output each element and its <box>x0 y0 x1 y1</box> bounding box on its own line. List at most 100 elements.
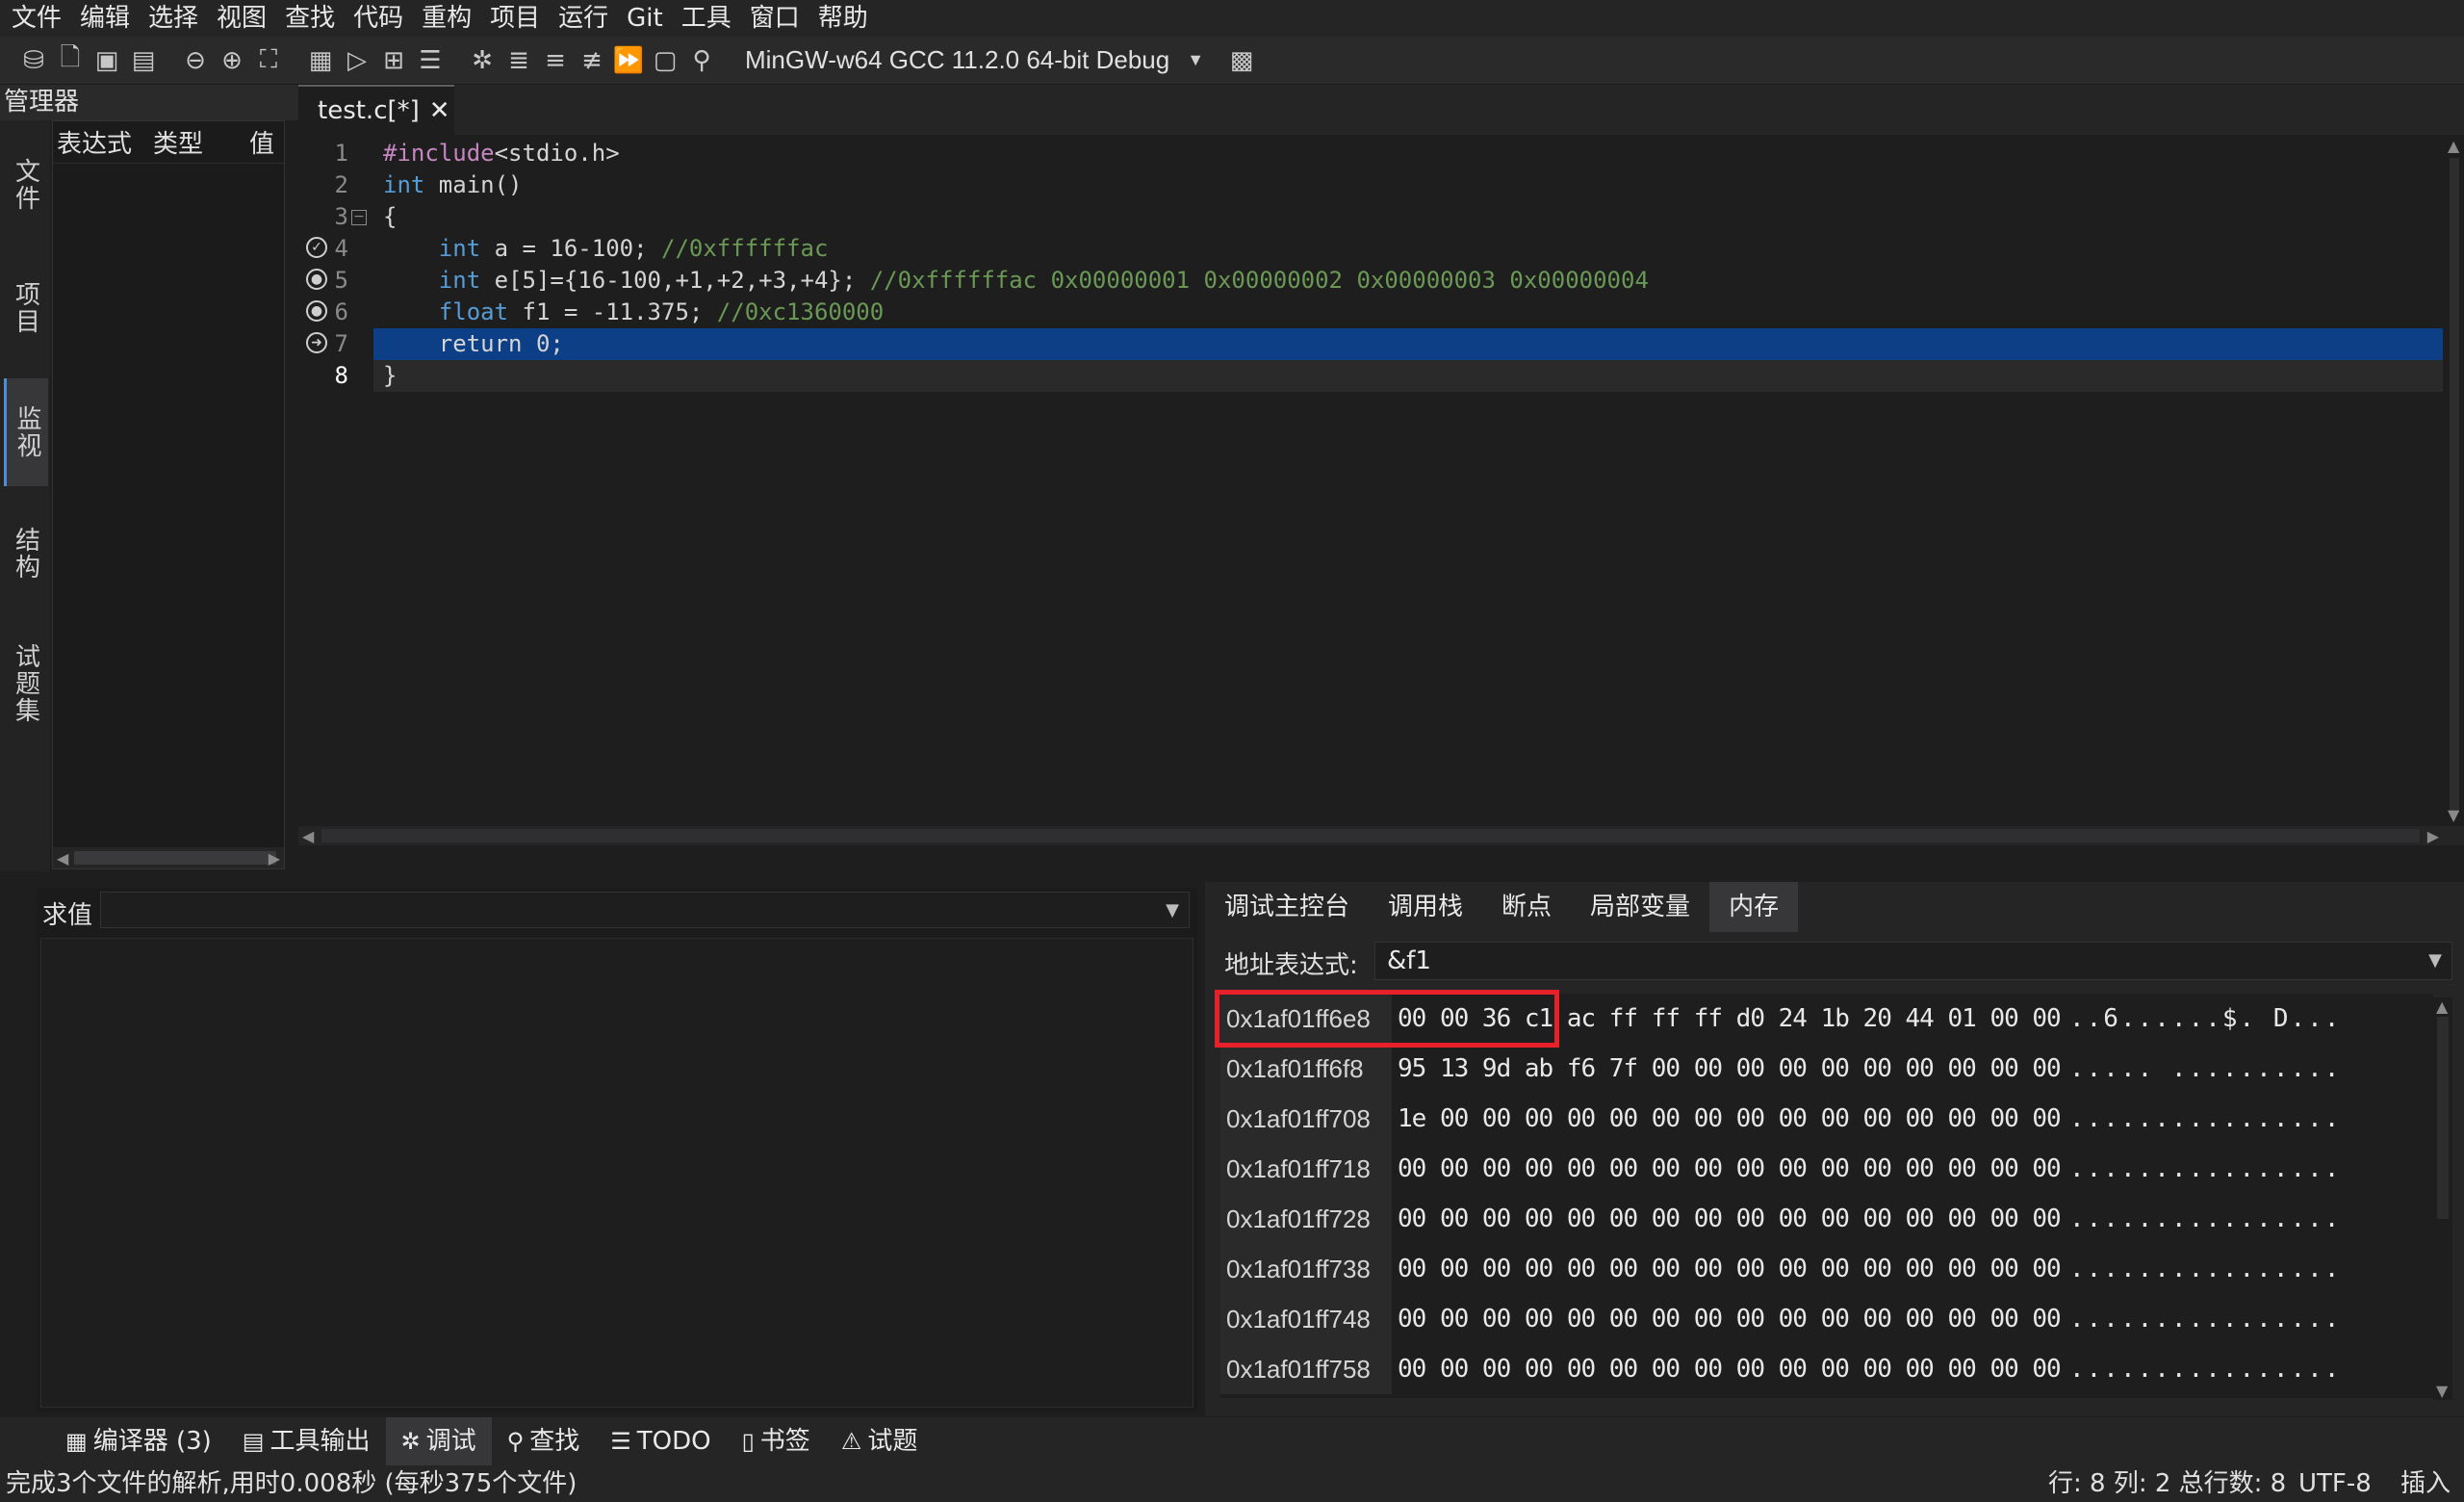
scroll-left-icon[interactable]: ◀ <box>302 827 314 845</box>
continue-icon[interactable]: ⏩ <box>613 46 644 75</box>
scroll-up-icon[interactable]: ▲ <box>2436 997 2448 1016</box>
stop-icon[interactable]: ▢ <box>651 46 680 75</box>
scroll-down-icon[interactable]: ▼ <box>2436 1382 2448 1400</box>
tab-search[interactable]: ⚲ 查找 <box>492 1417 596 1465</box>
file-encoding[interactable]: UTF-8 <box>2298 1465 2372 1502</box>
scroll-down-icon[interactable]: ▼ <box>2448 806 2459 824</box>
tab-compiler[interactable]: ▦ 编译器 (3) <box>50 1417 227 1465</box>
side-tab-project[interactable]: 项目 <box>4 255 48 361</box>
tab-call-stack[interactable]: 调用栈 <box>1369 882 1482 932</box>
menu-help[interactable]: 帮助 <box>818 0 868 37</box>
fullscreen-icon[interactable]: ⛶ <box>254 45 283 75</box>
scroll-right-icon[interactable]: ▶ <box>2427 827 2439 845</box>
scroll-left-icon[interactable]: ◀ <box>57 849 68 868</box>
memory-address: 0x1af01ff758 <box>1220 1344 1392 1394</box>
debug-icon: ✲ <box>400 1428 421 1455</box>
tab-debug-console[interactable]: 调试主控台 <box>1205 882 1369 932</box>
side-tab-structure[interactable]: 结构 <box>4 501 48 607</box>
memory-ascii: ................ <box>2069 1255 2342 1283</box>
forward-icon[interactable]: ⊕ <box>218 46 246 75</box>
menu-edit[interactable]: 编辑 <box>80 0 130 37</box>
menu-find[interactable]: 查找 <box>285 0 335 37</box>
address-input[interactable]: &f1 ▼ <box>1374 942 2452 980</box>
compile-icon[interactable]: ▦ <box>306 46 335 75</box>
tab-problem[interactable]: ⚠ 试题 <box>826 1417 934 1465</box>
code-editor[interactable]: 1 2 3 − ✓ 4 ● 5 ● 6 ➜ 7 8 #include<stdio… <box>298 135 2464 845</box>
editor-hscrollbar[interactable]: ◀ ▶ <box>298 826 2464 845</box>
watch-header: 表达式 类型 值 <box>53 121 284 164</box>
tab-bookmarks[interactable]: ▯ 书签 <box>727 1417 826 1465</box>
code-line: int main() <box>383 171 523 198</box>
new-file-icon[interactable]: 🗋 <box>56 43 85 75</box>
step-into-icon[interactable]: ≡ <box>541 46 570 75</box>
editor-tab-test-c[interactable]: test.c[*] ✕ <box>298 85 454 135</box>
save-all-icon[interactable]: ▤ <box>129 46 158 75</box>
watch-col-expression[interactable]: 表达式 <box>53 124 149 160</box>
chevron-down-icon[interactable]: ▼ <box>2428 943 2442 979</box>
scroll-up-icon[interactable]: ▲ <box>2448 137 2459 155</box>
menu-run[interactable]: 运行 <box>558 0 608 37</box>
tab-breakpoints[interactable]: 断点 <box>1482 882 1571 932</box>
fold-toggle-icon[interactable]: − <box>351 210 367 225</box>
evaluate-output <box>40 938 1194 1408</box>
line-number: 8 <box>334 362 348 389</box>
memory-row: 0x1af01ff738 00 00 00 00 00 00 00 00 00 … <box>1220 1244 2433 1294</box>
evaluate-input[interactable]: ▼ <box>100 892 1190 928</box>
line-number: 1 <box>334 140 348 167</box>
back-icon[interactable]: ⊖ <box>181 46 210 75</box>
options-icon[interactable]: ☰ <box>416 46 445 75</box>
compile-run-icon[interactable]: ⊞ <box>379 46 408 75</box>
menu-project[interactable]: 项目 <box>490 0 540 37</box>
step-over-icon[interactable]: ≣ <box>504 46 533 75</box>
memory-ascii: ................ <box>2069 1355 2342 1384</box>
new-project-icon[interactable]: ⛁ <box>19 46 48 75</box>
editor-vscrollbar[interactable]: ▲ ▼ <box>2445 135 2464 845</box>
memory-view[interactable]: 0x1af01ff6e8 00 00 36 c1 ac ff ff ff d0 … <box>1220 994 2433 1398</box>
evaluate-label: 求值 <box>42 901 93 930</box>
watch-hscrollbar[interactable]: ◀ ▶ <box>53 847 284 868</box>
tab-local-variables[interactable]: 局部变量 <box>1571 882 1709 932</box>
save-icon[interactable]: ▣ <box>92 46 121 75</box>
memory-hex: 00 00 00 00 00 00 00 00 00 00 00 00 00 0… <box>1398 1154 2062 1183</box>
run-icon[interactable]: ▷ <box>343 46 372 75</box>
scroll-right-icon[interactable]: ▶ <box>269 849 280 868</box>
status-bar: 完成3个文件的解析,用时0.008秒 (每秒375个文件) 行: 8 列: 2 … <box>0 1465 2464 1502</box>
menu-view[interactable]: 视图 <box>217 0 267 37</box>
compiler-options-icon[interactable]: ▩ <box>1227 46 1256 75</box>
menu-git[interactable]: Git <box>627 0 663 37</box>
memory-hex: 00 00 00 00 00 00 00 00 00 00 00 00 00 0… <box>1398 1305 2062 1334</box>
code-line: int e[5]={16-100,+1,+2,+3,+4}; //0xfffff… <box>438 267 1649 294</box>
menu-select[interactable]: 选择 <box>148 0 198 37</box>
editor-tab-label: test.c[*] <box>318 96 420 125</box>
menu-refactor[interactable]: 重构 <box>422 0 472 37</box>
add-watch-icon[interactable]: ⚲ <box>687 46 716 75</box>
side-tab-problems[interactable]: 试题集 <box>4 616 48 751</box>
manager-title: 管理器 <box>0 85 298 120</box>
memory-hex: 00 00 00 00 00 00 00 00 00 00 00 00 00 0… <box>1398 1255 2062 1283</box>
tab-debug[interactable]: ✲ 调试 <box>385 1417 492 1465</box>
code-area[interactable]: #include<stdio.h> int main() { int a = 1… <box>373 135 2443 845</box>
memory-vscrollbar[interactable]: ▲ ▼ <box>2433 997 2452 1400</box>
watch-col-type[interactable]: 类型 <box>149 124 245 160</box>
debug-icon[interactable]: ✲ <box>468 46 497 75</box>
todo-icon: ☰ <box>610 1428 631 1455</box>
menu-code[interactable]: 代码 <box>353 0 403 37</box>
close-icon[interactable]: ✕ <box>429 96 450 125</box>
tab-todo[interactable]: ☰ TODO <box>595 1417 726 1465</box>
compiler-select[interactable]: MinGW-w64 GCC 11.2.0 64-bit Debug ▼ <box>733 41 1216 80</box>
code-line: float f1 = -11.375; //0xc1360000 <box>438 298 885 325</box>
debug-tabs: 调试主控台 调用栈 断点 局部变量 内存 <box>1205 882 1799 932</box>
step-out-icon[interactable]: ≢ <box>578 46 606 75</box>
side-tab-watch[interactable]: 监视 <box>4 378 48 486</box>
watch-col-value[interactable]: 值 <box>245 124 274 160</box>
side-tab-files-label: 文件 <box>11 158 40 212</box>
tab-problem-label: 试题 <box>867 1427 918 1456</box>
tab-memory[interactable]: 内存 <box>1709 882 1799 932</box>
chevron-down-icon[interactable]: ▼ <box>1166 900 1179 920</box>
side-tab-files[interactable]: 文件 <box>4 132 48 238</box>
tab-tool-output[interactable]: ▤ 工具输出 <box>227 1417 386 1465</box>
address-row: 地址表达式: &f1 ▼ <box>1205 936 2464 984</box>
menu-window[interactable]: 窗口 <box>750 0 800 37</box>
menu-tools[interactable]: 工具 <box>681 0 732 37</box>
menu-file[interactable]: 文件 <box>12 0 62 37</box>
